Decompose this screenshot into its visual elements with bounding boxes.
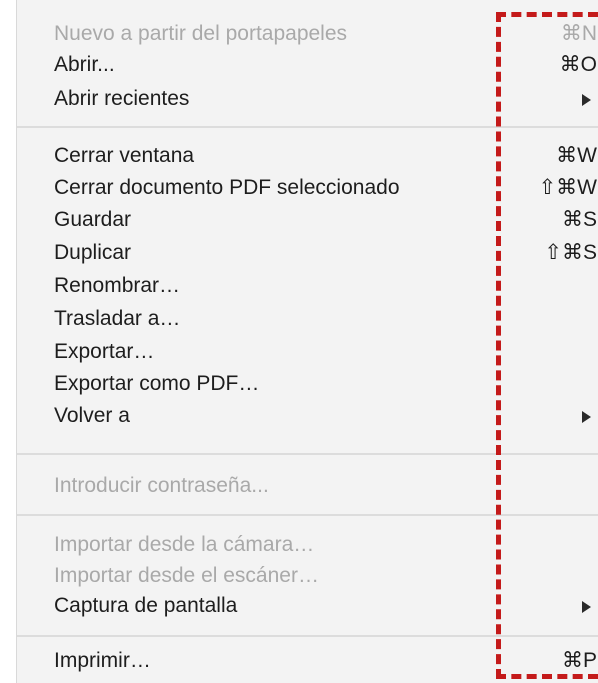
menu-item-label: Importar desde la cámara… (54, 533, 315, 556)
menu-item-label: Captura de pantalla (54, 594, 238, 617)
menu-item-label: Renombrar… (54, 274, 181, 297)
menu-item-cerrar-documento-pdf[interactable]: Cerrar documento PDF seleccionado ⇧⌘W (17, 174, 598, 202)
menu-item-shortcut: ⇧⌘W (538, 176, 597, 199)
menu-item-label: Abrir... (54, 53, 115, 76)
menu-item-shortcut: ⌘W (556, 144, 597, 167)
menu-item-volver-a[interactable]: Volver a (17, 402, 598, 430)
submenu-arrow-icon (582, 94, 591, 106)
menu-item-abrir-recientes[interactable]: Abrir recientes (17, 85, 598, 113)
menu-item-importar-camara[interactable]: Importar desde la cámara… (17, 531, 598, 559)
menu-separator (17, 514, 598, 516)
menu-item-duplicar[interactable]: Duplicar ⇧⌘S (17, 239, 598, 267)
menu-item-label: Exportar… (54, 340, 155, 363)
menu-item-label: Trasladar a… (54, 307, 181, 330)
menu-item-label: Cerrar ventana (54, 144, 195, 167)
menu-item-exportar[interactable]: Exportar… (17, 338, 598, 366)
menu-item-label: Introducir contraseña... (54, 474, 269, 497)
menu-item-label: Nuevo a partir del portapapeles (54, 22, 348, 45)
menu-item-label: Imprimir… (54, 649, 151, 672)
menu-item-nuevo-portapapeles[interactable]: Nuevo a partir del portapapeles ⌘N (17, 20, 598, 48)
menu-item-shortcut: ⌘N (560, 22, 597, 45)
menu-item-captura-de-pantalla[interactable]: Captura de pantalla (17, 592, 598, 620)
menu-item-label: Cerrar documento PDF seleccionado (54, 176, 400, 199)
menu-item-abrir[interactable]: Abrir... ⌘O (17, 51, 598, 79)
submenu-arrow-icon (582, 601, 591, 613)
menu-separator (17, 635, 598, 637)
menu-item-importar-escaner[interactable]: Importar desde el escáner… (17, 562, 598, 590)
menu-item-label: Volver a (54, 404, 130, 427)
file-menu: Nuevo a partir del portapapeles ⌘N Abrir… (16, 0, 598, 683)
menu-item-trasladar-a[interactable]: Trasladar a… (17, 305, 598, 333)
menu-separator (17, 126, 598, 128)
menu-item-shortcut: ⌘O (559, 53, 597, 76)
menu-item-guardar[interactable]: Guardar ⌘S (17, 206, 598, 234)
menu-item-introducir-contrasena[interactable]: Introducir contraseña... (17, 472, 598, 500)
menu-item-shortcut: ⌘P (561, 649, 597, 672)
menu-item-label: Abrir recientes (54, 87, 190, 110)
menu-separator (17, 453, 598, 455)
menu-item-cerrar-ventana[interactable]: Cerrar ventana ⌘W (17, 142, 598, 170)
menu-item-label: Duplicar (54, 241, 132, 264)
menu-item-exportar-como-pdf[interactable]: Exportar como PDF… (17, 370, 598, 398)
menu-item-shortcut: ⌘S (561, 208, 597, 231)
menu-item-imprimir[interactable]: Imprimir… ⌘P (17, 647, 598, 675)
menu-item-label: Guardar (54, 208, 132, 231)
menu-item-label: Importar desde el escáner… (54, 564, 319, 587)
menu-item-shortcut: ⇧⌘S (544, 241, 597, 264)
menu-item-renombrar[interactable]: Renombrar… (17, 272, 598, 300)
submenu-arrow-icon (582, 411, 591, 423)
menu-item-label: Exportar como PDF… (54, 372, 260, 395)
